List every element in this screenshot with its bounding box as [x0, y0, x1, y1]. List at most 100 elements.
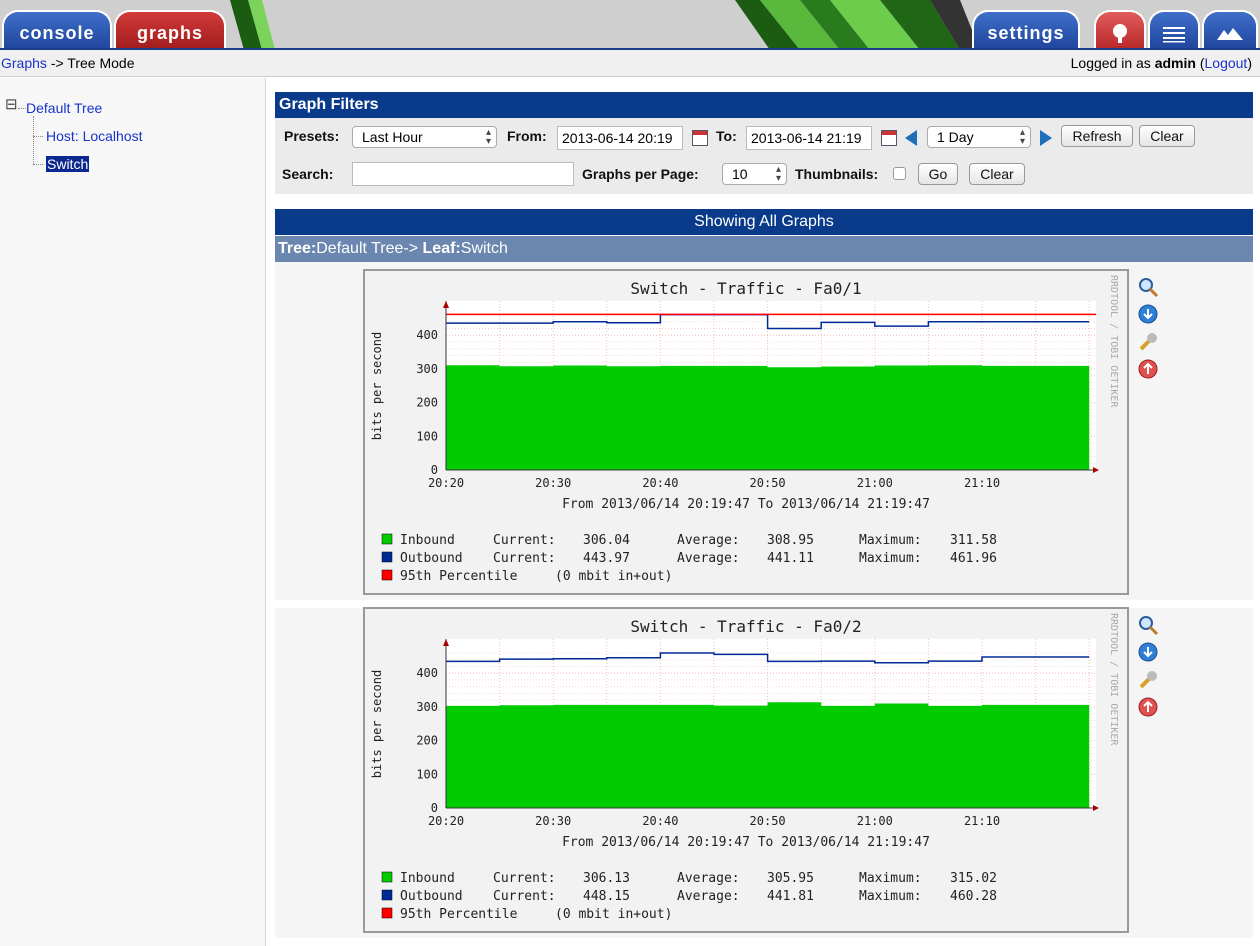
timespan-value: 1 Day	[937, 129, 974, 145]
select-arrows-icon: ▴ ▾	[775, 164, 781, 184]
tree-path-value: Default Tree->	[316, 240, 419, 257]
y-axis-label: bits per second	[370, 332, 384, 440]
legend-maximum-label: Maximum:	[859, 889, 922, 904]
search-input[interactable]	[352, 162, 574, 186]
legend-series-name: Outbound	[400, 889, 463, 904]
inbound-area	[446, 702, 1090, 808]
graph-filters-title: Graph Filters	[275, 92, 1253, 118]
y-tick-label: 100	[416, 429, 438, 443]
tree-node-host-localhost[interactable]: Host: Localhost	[46, 128, 143, 144]
tree-sidebar: ⊟ Default Tree Host: Localhost Switch	[0, 78, 266, 946]
tree-view-button[interactable]	[1094, 10, 1146, 48]
legend-percentile-text: (0 mbit in+out)	[555, 569, 672, 584]
traffic-graph[interactable]: Switch - Traffic - Fa0/2 bits per second R…	[365, 609, 1127, 931]
to-date-input[interactable]: 2013-06-14 21:19	[746, 126, 872, 150]
shift-left-icon[interactable]	[905, 130, 917, 146]
legend-series-name: Outbound	[400, 551, 463, 566]
legend-swatch	[381, 871, 393, 883]
x-tick-label: 21:10	[964, 476, 1000, 490]
graph-properties-icon[interactable]	[1137, 669, 1159, 691]
tree-collapse-icon[interactable]: ⊟	[5, 95, 18, 113]
time-range-label: From 2013/06/14 20:19:47 To 2013/06/14 2…	[562, 835, 930, 850]
tree-node-switch[interactable]: Switch	[46, 156, 90, 172]
csv-export-icon[interactable]	[1137, 641, 1159, 663]
y-tick-label: 100	[416, 767, 438, 781]
presets-value: Last Hour	[362, 129, 423, 145]
realtime-icon[interactable]	[1137, 696, 1159, 718]
select-arrows-icon: ▴ ▾	[1019, 127, 1025, 147]
graph-card[interactable]: Switch - Traffic - Fa0/1 bits per second R…	[363, 269, 1129, 595]
graph-card[interactable]: Switch - Traffic - Fa0/2 bits per second R…	[363, 607, 1129, 933]
y-tick-label: 300	[416, 700, 438, 714]
legend-maximum-label: Maximum:	[859, 871, 922, 886]
presets-label: Presets:	[284, 128, 340, 144]
zoom-icon[interactable]	[1137, 276, 1159, 298]
csv-export-icon[interactable]	[1137, 303, 1159, 325]
legend-swatch	[381, 907, 393, 919]
tree-guide-line	[33, 164, 43, 165]
legend-percentile-name: 95th Percentile	[400, 907, 518, 922]
graphs-per-page-select[interactable]: 10 ▴ ▾	[722, 163, 787, 185]
graphs-per-page-value: 10	[732, 166, 748, 182]
legend-current-label: Current:	[493, 533, 556, 548]
chart-title: Switch - Traffic - Fa0/2	[630, 617, 861, 636]
rrdtool-watermark: RRDTOOL / TOBI OETIKER	[1108, 613, 1119, 746]
to-label: To:	[716, 128, 737, 144]
to-calendar-icon[interactable]	[881, 130, 897, 146]
showing-all-graphs-header: Showing All Graphs	[275, 209, 1253, 235]
list-view-icon	[1163, 27, 1185, 43]
tab-settings[interactable]: settings	[972, 10, 1080, 48]
search-label: Search:	[282, 166, 334, 182]
y-tick-label: 200	[416, 396, 438, 410]
legend-current-value: 443.97	[583, 551, 630, 566]
zoom-icon[interactable]	[1137, 614, 1159, 636]
legend-current-value: 448.15	[583, 889, 630, 904]
breadcrumb-graphs-link[interactable]: Graphs	[1, 55, 47, 71]
refresh-button[interactable]: Refresh	[1061, 125, 1133, 147]
realtime-icon[interactable]	[1137, 358, 1159, 380]
breadcrumb: Graphs -> Tree Mode	[1, 50, 134, 76]
tab-console[interactable]: console	[2, 10, 112, 48]
y-tick-label: 0	[431, 801, 438, 815]
preview-view-icon	[1217, 28, 1243, 41]
x-tick-label: 20:20	[428, 814, 464, 828]
list-view-button[interactable]	[1148, 10, 1200, 48]
x-tick-label: 21:10	[964, 814, 1000, 828]
logout-link[interactable]: Logout	[1205, 55, 1248, 71]
chart-title: Switch - Traffic - Fa0/1	[630, 279, 861, 298]
tree-node-default-tree[interactable]: Default Tree	[26, 100, 102, 116]
thumbnails-checkbox[interactable]	[893, 167, 906, 180]
traffic-graph[interactable]: Switch - Traffic - Fa0/1 bits per second R…	[365, 271, 1127, 593]
go-button[interactable]: Go	[918, 163, 958, 185]
clear-filters-button[interactable]: Clear	[969, 163, 1025, 185]
tree-guide-line	[18, 108, 26, 109]
legend-maximum-value: 315.02	[950, 871, 997, 886]
legend-average-value: 441.11	[767, 551, 814, 566]
legend-current-label: Current:	[493, 889, 556, 904]
time-range-label: From 2013/06/14 20:19:47 To 2013/06/14 2…	[562, 497, 930, 512]
shift-right-icon[interactable]	[1040, 130, 1052, 146]
login-prefix: Logged in as	[1070, 55, 1151, 71]
leaf-path-label: Leaf:	[422, 240, 461, 257]
legend-maximum-label: Maximum:	[859, 551, 922, 566]
preview-view-button[interactable]	[1202, 10, 1258, 48]
x-tick-label: 20:30	[535, 476, 571, 490]
tree-view-icon	[1113, 24, 1127, 44]
logout-close-paren: )	[1247, 55, 1252, 71]
graph-properties-icon[interactable]	[1137, 331, 1159, 353]
y-axis-label: bits per second	[370, 670, 384, 778]
tab-graphs[interactable]: graphs	[114, 10, 226, 48]
legend-current-label: Current:	[493, 871, 556, 886]
from-date-input[interactable]: 2013-06-14 20:19	[557, 126, 683, 150]
clear-button[interactable]: Clear	[1139, 125, 1195, 147]
from-calendar-icon[interactable]	[692, 130, 708, 146]
breadcrumb-separator: ->	[50, 55, 64, 71]
login-status: Logged in as admin (Logout)	[1071, 50, 1252, 76]
legend-average-value: 441.81	[767, 889, 814, 904]
x-tick-label: 20:50	[750, 476, 786, 490]
x-tick-label: 20:40	[642, 814, 678, 828]
graph-row-divider	[275, 938, 1253, 946]
breadcrumb-current: Tree Mode	[67, 55, 135, 71]
presets-select[interactable]: Last Hour ▴ ▾	[352, 126, 497, 148]
timespan-select[interactable]: 1 Day ▴ ▾	[927, 126, 1031, 148]
